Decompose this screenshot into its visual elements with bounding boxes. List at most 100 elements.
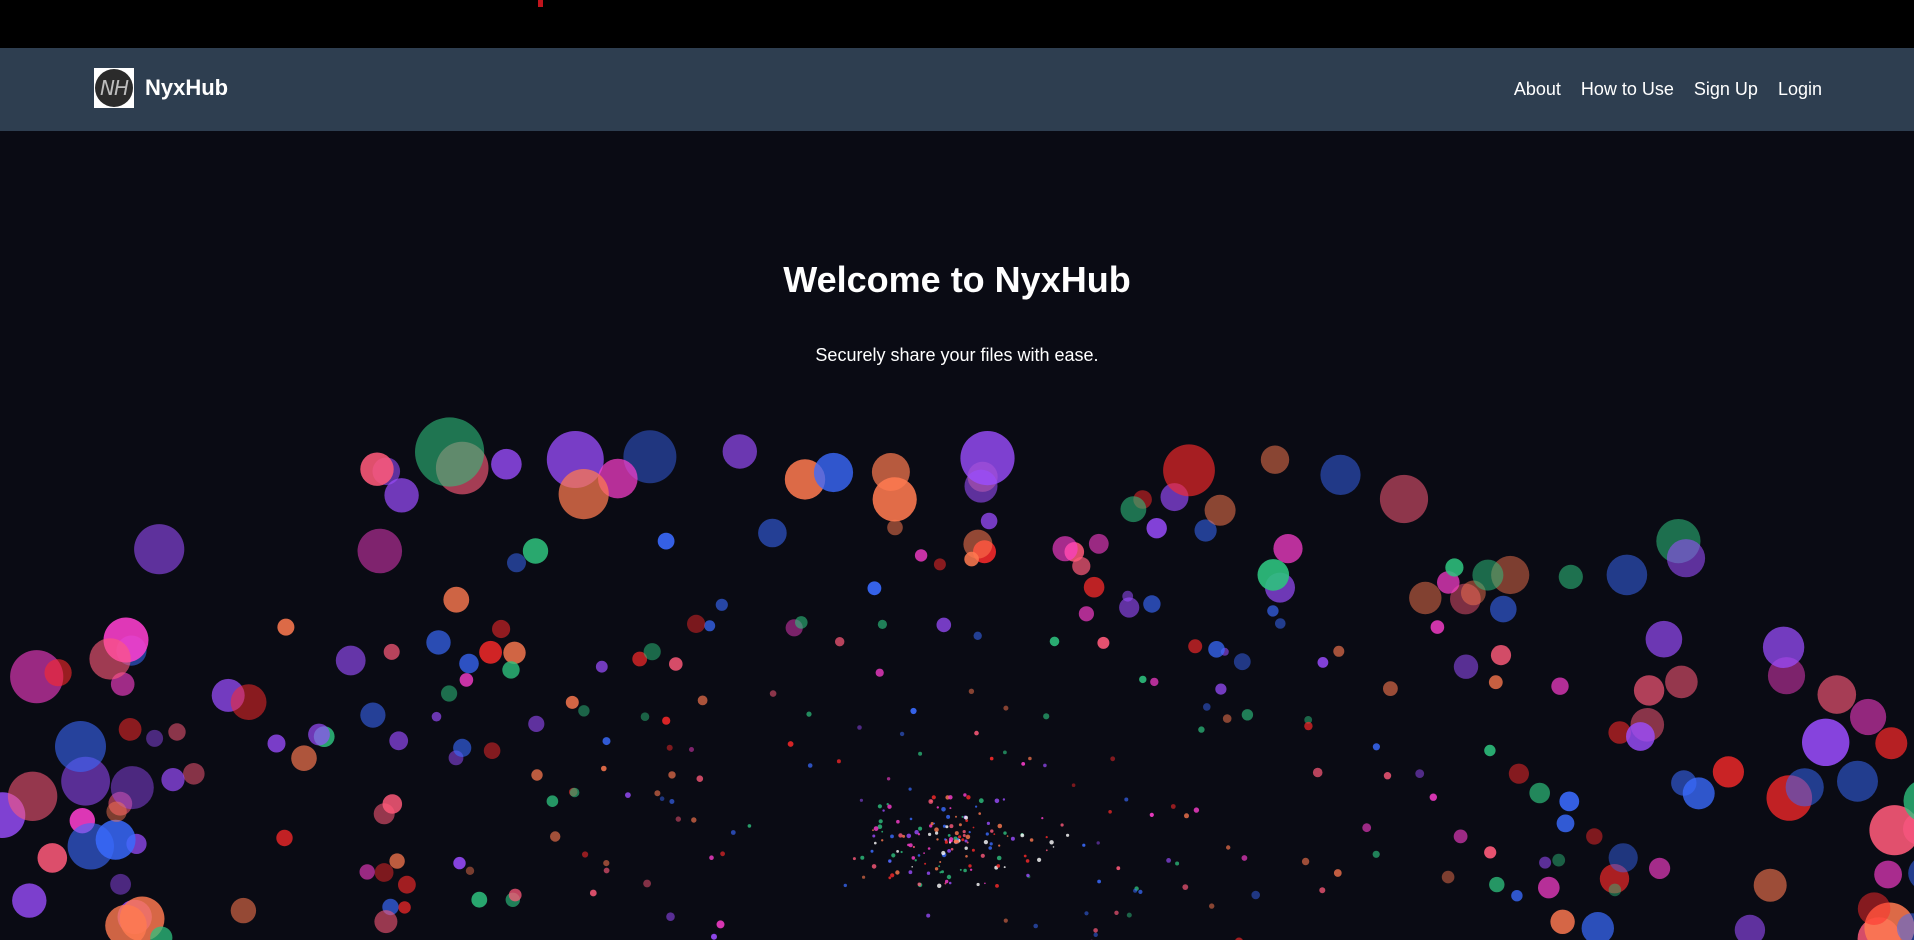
bokeh-particle <box>1712 756 1744 788</box>
bokeh-speck <box>938 865 941 868</box>
bokeh-particle <box>1251 890 1260 900</box>
bokeh-particle <box>1304 721 1313 731</box>
bokeh-particle <box>1802 718 1850 766</box>
bokeh-speck <box>963 868 967 873</box>
bokeh-particle <box>836 759 841 764</box>
bokeh-particle <box>1120 496 1147 523</box>
bokeh-particle <box>1383 681 1398 696</box>
bokeh-speck <box>906 833 912 839</box>
bokeh-particle <box>1666 539 1706 578</box>
bokeh-speck <box>950 840 953 843</box>
bokeh-particle <box>589 889 597 897</box>
bokeh-particle <box>1671 770 1697 796</box>
bokeh-speck <box>944 840 949 844</box>
bokeh-particle <box>963 529 993 559</box>
bokeh-particle <box>1649 857 1671 880</box>
bokeh-particle <box>1372 743 1380 751</box>
bokeh-particle <box>374 910 398 934</box>
bokeh-particle <box>886 777 891 781</box>
bokeh-particle <box>1083 576 1105 598</box>
bokeh-particle <box>1139 675 1147 684</box>
bokeh-particle <box>1372 850 1380 858</box>
bokeh-particle <box>1208 641 1225 658</box>
bokeh-speck <box>944 838 947 841</box>
bokeh-particle <box>1489 876 1505 893</box>
bokeh-particle <box>558 469 609 520</box>
bokeh-particle <box>443 586 470 613</box>
bokeh-particle <box>161 768 185 792</box>
bokeh-particle <box>675 816 681 822</box>
bokeh-particle <box>1198 726 1205 733</box>
bokeh-speck <box>986 821 991 826</box>
bokeh-speck <box>873 826 879 831</box>
bokeh-particle <box>877 619 888 629</box>
bokeh-speck <box>961 838 965 842</box>
bokeh-particle <box>1209 903 1215 909</box>
bokeh-speck <box>1066 833 1070 837</box>
bokeh-particle <box>1606 554 1648 596</box>
bokeh-particle <box>666 912 675 921</box>
bokeh-speck <box>939 871 942 874</box>
bokeh-speck <box>949 824 954 829</box>
nav-link-login[interactable]: Login <box>1778 79 1822 99</box>
bokeh-particle <box>711 933 717 940</box>
bokeh-particle <box>603 867 610 874</box>
bokeh-speck <box>917 882 922 887</box>
bokeh-particle <box>1817 675 1857 714</box>
bokeh-particle <box>1275 618 1286 629</box>
bokeh-particle <box>550 831 561 842</box>
bokeh-speck <box>872 834 876 838</box>
bokeh-particle <box>359 864 375 880</box>
bokeh-speck <box>962 834 966 837</box>
bokeh-particle <box>914 549 928 562</box>
bokeh-particle <box>1143 595 1161 613</box>
bokeh-particle <box>1511 890 1523 902</box>
hero-title: Welcome to NyxHub <box>783 259 1131 300</box>
bokeh-particle <box>980 512 998 530</box>
bokeh-speck <box>962 830 966 834</box>
bokeh-particle <box>1430 620 1445 634</box>
bokeh-particle <box>335 645 366 676</box>
bokeh-particle <box>758 518 787 548</box>
bokeh-particle <box>1188 639 1203 654</box>
bokeh-particle <box>643 879 651 888</box>
bokeh-speck <box>1003 866 1006 869</box>
bokeh-speck <box>958 823 962 827</box>
bokeh-speck <box>1026 873 1030 878</box>
bokeh-particle <box>1096 841 1100 845</box>
nav-link-about[interactable]: About <box>1514 79 1561 99</box>
bokeh-particle <box>1119 597 1140 618</box>
bokeh-particle <box>1203 703 1211 711</box>
bokeh-speck <box>872 829 874 832</box>
bokeh-speck <box>1023 854 1027 858</box>
bokeh-speck <box>989 842 993 846</box>
bokeh-particle <box>1149 812 1154 818</box>
bokeh-speck <box>935 831 939 835</box>
bokeh-speck <box>994 798 1000 804</box>
bokeh-particle <box>389 853 405 869</box>
bokeh-speck <box>975 805 978 808</box>
bokeh-particle <box>1093 928 1098 933</box>
bokeh-speck <box>985 832 989 836</box>
bokeh-speck <box>945 825 949 829</box>
bokeh-particle <box>1552 853 1566 867</box>
bokeh-speck <box>924 862 927 865</box>
bokeh-particle <box>1317 657 1329 668</box>
bokeh-particle <box>875 668 884 677</box>
bokeh-speck <box>990 829 994 833</box>
bokeh-speck <box>966 841 969 844</box>
bokeh-particle <box>657 532 675 550</box>
bokeh-speck <box>1060 823 1064 827</box>
bokeh-particle <box>1028 756 1032 761</box>
bokeh-particle <box>1379 474 1429 524</box>
bokeh-particle <box>1184 813 1189 819</box>
bokeh-particle <box>1033 923 1038 929</box>
bokeh-speck <box>1029 838 1034 842</box>
bokeh-speck <box>888 859 892 863</box>
brand[interactable]: NH NyxHub <box>94 68 228 108</box>
nav-link-how-to-use[interactable]: How to Use <box>1581 79 1674 99</box>
nav-link-sign-up[interactable]: Sign Up <box>1694 79 1758 99</box>
bokeh-particle <box>989 756 994 761</box>
bokeh-particle <box>1267 605 1279 617</box>
bokeh-particle <box>1453 829 1468 844</box>
